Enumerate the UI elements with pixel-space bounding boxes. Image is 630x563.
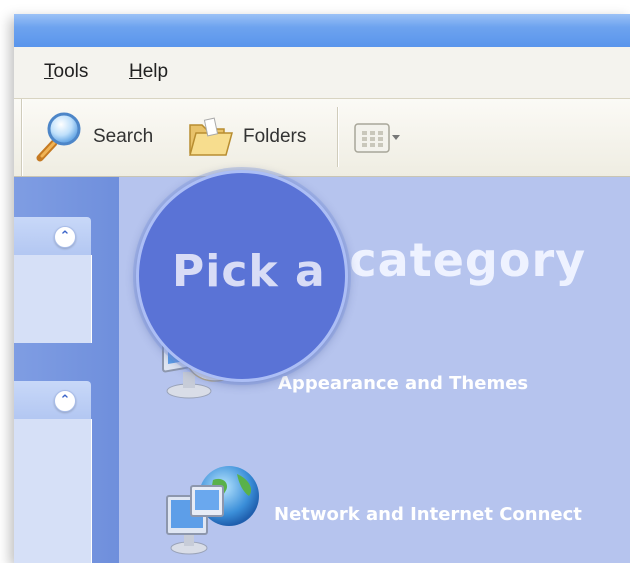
- network-internet-icon: [166, 466, 259, 555]
- task-pane-header[interactable]: ⌃: [14, 381, 91, 419]
- folders-icon: [189, 117, 233, 156]
- collapse-chevron-icon[interactable]: ⌃: [54, 390, 76, 412]
- task-pane-header[interactable]: ⌃: [14, 217, 91, 255]
- menu-help-accel: H: [129, 61, 143, 82]
- magnified-title: Pick a: [172, 246, 326, 297]
- views-icon: [354, 123, 390, 153]
- title-bar[interactable]: [14, 14, 630, 47]
- category-label: Appearance and Themes: [278, 373, 529, 394]
- chevron-down-icon: [392, 135, 400, 140]
- menu-bar: Tools Help: [14, 47, 630, 99]
- menu-tools-accel: T: [44, 61, 54, 82]
- menu-tools-label: ools: [53, 61, 89, 82]
- toolbar-separator: [337, 107, 338, 167]
- task-pane-section: [14, 419, 92, 563]
- control-panel-window: Tools Help Search Folders ⌃ ⌃ Pick a cat…: [14, 14, 630, 563]
- menu-tools[interactable]: Tools: [44, 61, 88, 83]
- search-button-label: Search: [93, 126, 154, 147]
- task-pane-section: [14, 255, 92, 343]
- collapse-chevron-icon[interactable]: ⌃: [54, 226, 76, 248]
- menu-help[interactable]: Help: [129, 61, 168, 83]
- task-pane: ⌃ ⌃: [14, 177, 119, 563]
- category-label: Network and Internet Connect: [274, 504, 582, 525]
- toolbar: Search Folders: [14, 99, 630, 177]
- magnifier-lens: Pick a: [136, 170, 348, 382]
- menu-help-label: elp: [142, 61, 169, 82]
- search-icon: [36, 112, 81, 162]
- toolbar-separator: [21, 99, 22, 176]
- folders-button-label: Folders: [243, 126, 307, 147]
